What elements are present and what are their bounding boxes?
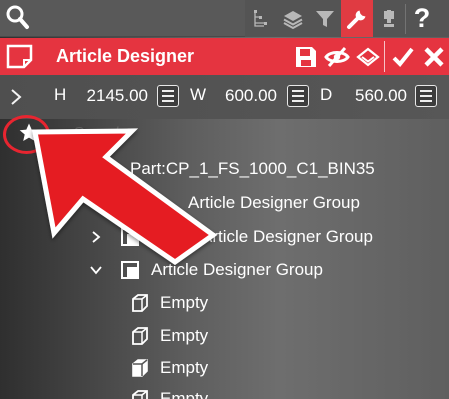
tree-item-label: Article Designer Group: [151, 259, 323, 279]
group-icon: [121, 260, 139, 279]
depth-calculator-icon[interactable]: [415, 85, 437, 107]
article-designer-title-bar: Article Designer: [0, 38, 449, 75]
tree-item-label: Part:CP_1_FS_1000_C1_BIN35: [130, 158, 375, 178]
height-calculator-icon[interactable]: [157, 85, 179, 107]
tree-item-article-designer-group[interactable]: Article Designer Group: [89, 221, 373, 252]
chevron-down-icon[interactable]: [89, 263, 103, 277]
tree-item-empty[interactable]: Empty: [128, 320, 208, 351]
layer-toggle-icon[interactable]: [352, 38, 383, 75]
help-icon[interactable]: ?: [406, 0, 438, 37]
tree-item-article-designer-group[interactable]: Article Designer Group: [188, 187, 360, 218]
tree-item-part[interactable]: Part:CP_1_FS_1000_C1_BIN35: [130, 153, 375, 184]
title-separator: [384, 41, 385, 72]
tree-item-article-designer-group-expanded[interactable]: Article Designer Group: [89, 254, 323, 285]
tree-item-label: Empty: [160, 292, 209, 312]
width-calculator-icon[interactable]: [287, 85, 309, 107]
group-icon: [121, 227, 139, 246]
tree-item-label: Empty: [160, 357, 209, 377]
title-actions: [290, 38, 449, 75]
tree-item-label: Article Designer Group: [201, 226, 373, 246]
chevron-right-icon[interactable]: [89, 230, 103, 244]
page-title: Article Designer: [56, 46, 195, 66]
tree-item-label: Empty: [160, 325, 209, 345]
empty-box-icon: [132, 293, 148, 312]
save-icon[interactable]: [290, 38, 321, 75]
article-designer-panel: ? Article Designer H 2145.00 W 600.00 D …: [0, 0, 449, 399]
star-icon: [19, 123, 39, 141]
empty-box-icon: [132, 389, 148, 399]
checkmark-icon[interactable]: [387, 38, 418, 75]
hierarchy-icon[interactable]: [245, 0, 277, 37]
height-label: H: [54, 85, 67, 104]
document-icon: [6, 44, 33, 69]
visibility-off-icon[interactable]: [321, 38, 352, 75]
depth-label: D: [320, 85, 333, 104]
layers-icon[interactable]: [277, 0, 309, 37]
height-field[interactable]: 2145.00: [86, 86, 148, 106]
dimension-bar: H 2145.00 W 600.00 D 560.00: [0, 75, 449, 119]
tree-item-label: Empty: [160, 388, 209, 399]
tree-item-empty[interactable]: Empty: [128, 383, 208, 399]
help-label: ?: [413, 3, 431, 33]
toolbar-actions: ?: [245, 0, 449, 37]
trophy-icon[interactable]: [373, 0, 405, 37]
tree-item-empty[interactable]: Empty: [128, 287, 208, 318]
wrench-icon[interactable]: [341, 0, 373, 37]
search-icon[interactable]: [4, 4, 32, 32]
chevron-right-icon[interactable]: [9, 87, 23, 107]
tree-item-empty[interactable]: Empty: [128, 352, 208, 383]
close-icon[interactable]: [418, 38, 449, 75]
top-toolbar: ?: [0, 0, 449, 37]
empty-box-icon: [132, 358, 148, 377]
width-field[interactable]: 600.00: [221, 86, 277, 106]
filter-icon[interactable]: [309, 0, 341, 37]
depth-field[interactable]: 560.00: [351, 86, 407, 106]
empty-box-icon: [132, 326, 148, 345]
favorites-star-button[interactable]: [15, 119, 43, 147]
search-input[interactable]: [73, 122, 373, 146]
tree-item-label: Article Designer Group: [188, 192, 360, 212]
width-label: W: [190, 85, 207, 104]
toolbar-separator: [405, 3, 406, 34]
